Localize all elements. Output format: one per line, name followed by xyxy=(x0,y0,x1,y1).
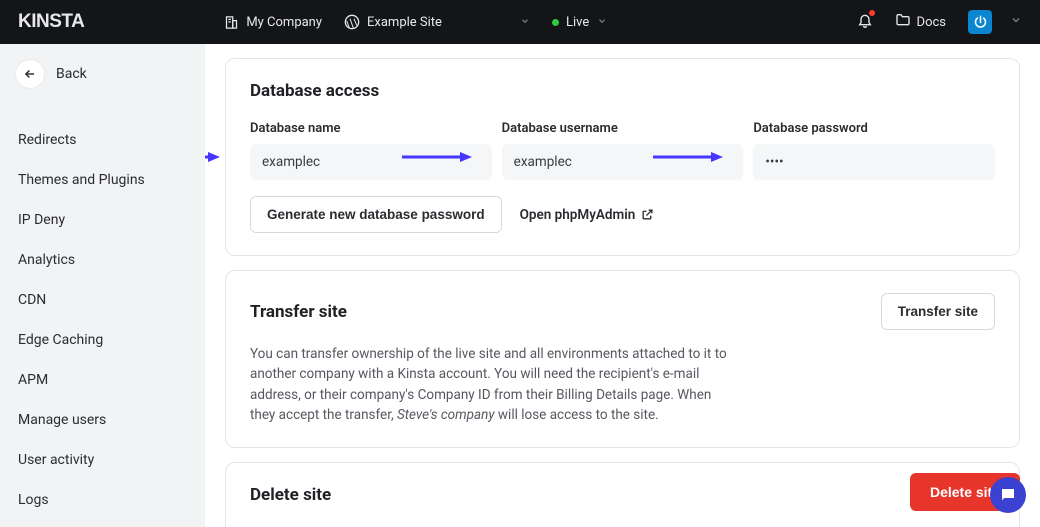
annotation-arrow-icon xyxy=(205,151,220,163)
sidebar-item-apm[interactable]: APM xyxy=(0,360,205,400)
database-access-card: Database access Database name examplec D… xyxy=(225,58,1020,256)
env-switcher[interactable]: Live xyxy=(552,15,607,30)
docs-link[interactable]: Docs xyxy=(895,12,946,32)
wordpress-icon xyxy=(344,14,360,30)
env-label: Live xyxy=(566,15,589,30)
company-switcher[interactable]: My Company xyxy=(224,15,322,30)
sidebar-item-edge-caching[interactable]: Edge Caching xyxy=(0,320,205,360)
sidebar-item-analytics[interactable]: Analytics xyxy=(0,240,205,280)
notifications-button[interactable] xyxy=(857,12,873,32)
delete-site-title: Delete site xyxy=(250,485,995,505)
generate-password-button[interactable]: Generate new database password xyxy=(250,196,502,233)
logo: KINSTA xyxy=(18,11,84,33)
company-name: My Company xyxy=(246,15,322,30)
account-menu[interactable] xyxy=(1010,14,1022,30)
arrow-left-icon xyxy=(23,67,37,81)
sidebar-item-themes-plugins[interactable]: Themes and Plugins xyxy=(0,160,205,200)
db-password-value[interactable]: •••• xyxy=(753,144,995,180)
content: Database access Database name examplec D… xyxy=(205,44,1040,527)
sidebar-item-logs[interactable]: Logs xyxy=(0,480,205,520)
sidebar-item-ip-deny[interactable]: IP Deny xyxy=(0,200,205,240)
back-label: Back xyxy=(56,66,87,82)
sidebar-item-redirects[interactable]: Redirects xyxy=(0,112,205,160)
transfer-site-title: Transfer site xyxy=(250,302,347,322)
back-button[interactable] xyxy=(16,60,44,88)
status-dot-icon xyxy=(552,19,559,26)
sidebar-item-cdn[interactable]: CDN xyxy=(0,280,205,320)
chat-icon xyxy=(999,486,1017,504)
chevron-down-icon xyxy=(597,15,607,30)
user-avatar[interactable] xyxy=(968,10,992,34)
sidebar-nav: Redirects Themes and Plugins IP Deny Ana… xyxy=(0,112,205,520)
sidebar-item-manage-users[interactable]: Manage users xyxy=(0,400,205,440)
sidebar-item-user-activity[interactable]: User activity xyxy=(0,440,205,480)
open-phpmyadmin-label: Open phpMyAdmin xyxy=(520,207,636,223)
delete-site-card: Delete site xyxy=(225,462,1020,527)
docs-label: Docs xyxy=(917,15,946,30)
transfer-site-card: Transfer site Transfer site You can tran… xyxy=(225,270,1020,448)
transfer-description: You can transfer ownership of the live s… xyxy=(250,344,730,425)
power-icon xyxy=(973,15,988,30)
notification-dot-icon xyxy=(869,10,875,16)
chevron-down-icon xyxy=(520,15,530,30)
db-username-value[interactable]: examplec xyxy=(502,144,744,180)
transfer-site-button[interactable]: Transfer site xyxy=(881,293,995,330)
sidebar: Back Redirects Themes and Plugins IP Den… xyxy=(0,44,205,527)
external-link-icon xyxy=(641,208,654,221)
db-password-label: Database password xyxy=(753,121,995,136)
open-phpmyadmin-link[interactable]: Open phpMyAdmin xyxy=(520,207,655,223)
chevron-down-icon xyxy=(1010,14,1022,26)
folder-icon xyxy=(895,12,911,32)
topbar: KINSTA My Company Example Site Live Docs xyxy=(0,0,1040,44)
site-switcher[interactable]: Example Site xyxy=(344,14,530,30)
site-name: Example Site xyxy=(367,15,442,30)
db-username-label: Database username xyxy=(502,121,744,136)
building-icon xyxy=(224,15,239,30)
chat-widget[interactable] xyxy=(990,477,1026,513)
db-name-label: Database name xyxy=(250,121,492,136)
database-access-title: Database access xyxy=(250,81,995,101)
db-name-value[interactable]: examplec xyxy=(250,144,492,180)
